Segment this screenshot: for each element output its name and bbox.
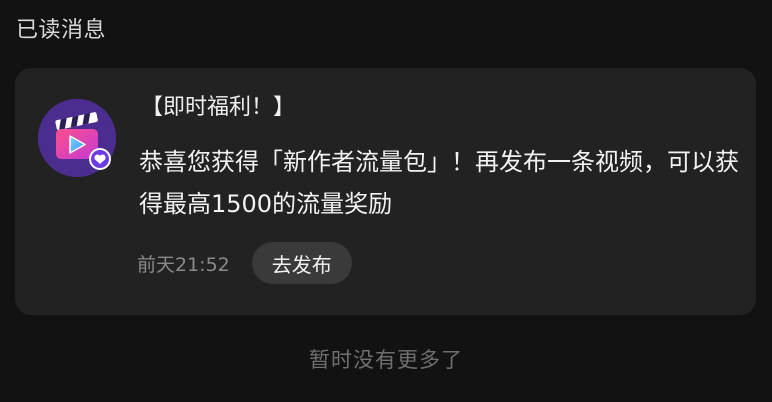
message-timestamp: 前天21:52 (137, 253, 230, 276)
section-title: 已读消息 (16, 18, 107, 43)
message-body: 恭喜您获得「新作者流量包」！再发布一条视频，可以获得最高1500的流量奖励 (139, 148, 739, 218)
message-title: 【即时福利！】 (141, 95, 296, 120)
no-more-content-note: 暂时没有更多了 (309, 348, 463, 372)
read-messages-page: 已读消息 【即时福利！】 恭喜您获得「新作者流量包」！再发布一条视频，可以获得最… (0, 0, 772, 402)
avatar[interactable] (38, 99, 116, 177)
message-meta: 前天21:52 去发布 (137, 242, 352, 284)
message-card[interactable]: 【即时福利！】 恭喜您获得「新作者流量包」！再发布一条视频，可以获得最高1500… (15, 68, 756, 315)
video-clapperboard-icon (38, 99, 116, 177)
publish-button[interactable]: 去发布 (251, 242, 352, 284)
